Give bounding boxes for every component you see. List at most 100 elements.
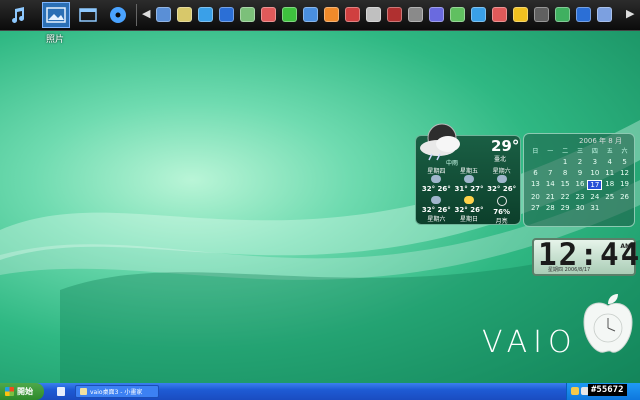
moon-icon [496, 196, 507, 206]
calendar-day[interactable]: 8 [558, 169, 573, 177]
calendar-weekday-header: 四 [591, 148, 598, 155]
dock-app-icon[interactable] [219, 7, 234, 22]
moon-phase: 76% 月亮 [486, 196, 518, 225]
calendar-day[interactable]: 5 [617, 158, 632, 166]
dock-app-icon[interactable] [513, 7, 528, 22]
calendar-day [617, 204, 632, 212]
dvd-icon[interactable] [104, 2, 132, 28]
calendar-day[interactable]: 3 [587, 158, 602, 166]
dock-app-icon[interactable] [240, 7, 255, 22]
paint-app-icon [80, 388, 87, 395]
music-icon[interactable] [4, 2, 32, 28]
calendar-day[interactable]: 23 [573, 193, 588, 201]
calendar-day[interactable]: 6 [528, 169, 543, 177]
calendar-day[interactable]: 14 [543, 180, 558, 190]
dock-app-icon[interactable] [156, 7, 171, 22]
dock-app-icon[interactable] [303, 7, 318, 22]
clock-ampm: AM [620, 243, 631, 250]
calendar-day[interactable]: 19 [617, 180, 632, 190]
rain-cloud-icon [463, 175, 474, 183]
window-icon[interactable] [74, 2, 102, 28]
calendar-weekday-header: 六 [621, 148, 628, 155]
dock-app-icon[interactable] [534, 7, 549, 22]
calendar-weekday-header: 二 [562, 148, 569, 155]
dock-app-icon[interactable] [198, 7, 213, 22]
calendar-day[interactable]: 7 [543, 169, 558, 177]
calendar-weekday-header: 三 [576, 148, 583, 155]
calendar-gadget[interactable]: 2006 年 8 月 日一二三四五六 1 2 3 4 5 6 7 8 9 10 11 12 13 14 15 1… [523, 133, 635, 227]
dock-app-icon[interactable] [177, 7, 192, 22]
calendar-day[interactable]: 10 [587, 169, 602, 177]
calendar-day[interactable]: 21 [543, 193, 558, 201]
calendar-day[interactable]: 22 [558, 193, 573, 201]
calendar-day[interactable]: 16 [573, 180, 588, 190]
calendar-day[interactable]: 2 [573, 158, 588, 166]
calendar-day[interactable]: 20 [528, 193, 543, 201]
forecast-row: 32° 26° 星期六 32° 26° 星期日 76% 月亮 [420, 196, 518, 225]
calendar-day[interactable]: 24 [587, 193, 602, 201]
cloud-weather-icon [420, 123, 460, 161]
calendar-day[interactable]: 27 [528, 204, 543, 212]
weather-temperature: 29° [491, 137, 520, 155]
calendar-day [602, 204, 617, 212]
forecast-day: 星期五 31° 27° [454, 168, 484, 193]
rain-cloud-icon [431, 175, 442, 183]
calendar-day[interactable]: 31 [587, 204, 602, 212]
calendar-day[interactable]: 26 [617, 193, 632, 201]
calendar-day[interactable]: 13 [528, 180, 543, 190]
forecast-day: 32° 26° 星期六 [420, 196, 452, 225]
apple-clock-icon[interactable] [580, 292, 636, 356]
forecast-row: 星期四 32° 26° 星期五 31° 27° 星期六 32° 26° [420, 166, 518, 193]
clock-gadget[interactable]: 12:44 AM 星期四 2006/8/17 [532, 237, 639, 276]
dock-separator [136, 4, 137, 26]
dock-app-icon[interactable] [366, 7, 381, 22]
tray-network-icon[interactable] [571, 387, 579, 395]
dock-app-icon[interactable] [450, 7, 465, 22]
calendar-day[interactable]: 28 [543, 204, 558, 212]
start-button[interactable]: 開始 [0, 383, 44, 400]
forecast-day: 星期四 32° 26° [421, 168, 451, 193]
dock-app-icon[interactable] [597, 7, 612, 22]
dock-app-icon[interactable] [555, 7, 570, 22]
taskbar-window-button[interactable]: vaio桌面3 - 小畫家 [75, 385, 159, 398]
scroll-right-arrow-icon[interactable]: ▶ [626, 7, 634, 20]
calendar-day[interactable]: 18 [602, 180, 617, 190]
calendar-weekday-header: 日 [532, 148, 539, 155]
calendar-day[interactable]: 4 [602, 158, 617, 166]
calendar-day[interactable]: 25 [602, 193, 617, 201]
dock-app-icon[interactable] [429, 7, 444, 22]
calendar-weekday-header: 一 [547, 148, 554, 155]
weather-city: 臺北 [494, 156, 507, 163]
dock-app-icon[interactable] [576, 7, 591, 22]
dock-app-icon[interactable] [387, 7, 402, 22]
watermark: #55672 [588, 384, 627, 396]
calendar-day[interactable]: 15 [558, 180, 573, 190]
calendar-day [543, 158, 558, 166]
rain-cloud-icon [496, 175, 507, 183]
dock-app-icon[interactable] [492, 7, 507, 22]
top-dock: ◀ ▶ [0, 0, 640, 31]
active-dock-label: 照片 [46, 35, 65, 45]
vaio-logo: VAIO [482, 325, 578, 360]
calendar-day[interactable]: 29 [558, 204, 573, 212]
calendar-weekday-header: 五 [606, 148, 613, 155]
dock-app-icon[interactable] [282, 7, 297, 22]
forecast-day: 32° 26° 星期日 [453, 196, 485, 225]
dock-app-icon[interactable] [261, 7, 276, 22]
quick-launch-icon[interactable] [57, 387, 65, 396]
calendar-day[interactable]: 9 [573, 169, 588, 177]
calendar-grid: 日一二三四五六 1 2 3 4 5 6 7 8 9 10 11 12 13 14 15 16 17 18 19 20 21… [528, 146, 632, 212]
desktop: ◀ ▶ 照片 29° 臺北 中雨 星期四 32° 26° 星期五 31° 27° 星… [0, 0, 640, 400]
calendar-day[interactable]: 17 [587, 180, 603, 190]
dock-app-icon[interactable] [471, 7, 486, 22]
calendar-day[interactable]: 30 [573, 204, 588, 212]
calendar-day[interactable]: 1 [558, 158, 573, 166]
dock-app-icon[interactable] [324, 7, 339, 22]
dock-app-icon[interactable] [345, 7, 360, 22]
dock-app-icon[interactable] [408, 7, 423, 22]
scroll-left-arrow-icon[interactable]: ◀ [142, 7, 150, 20]
clock-date: 星期四 2006/8/17 [548, 267, 591, 273]
calendar-day[interactable]: 12 [617, 169, 632, 177]
photos-icon[interactable] [42, 2, 70, 28]
calendar-day[interactable]: 11 [602, 169, 617, 177]
